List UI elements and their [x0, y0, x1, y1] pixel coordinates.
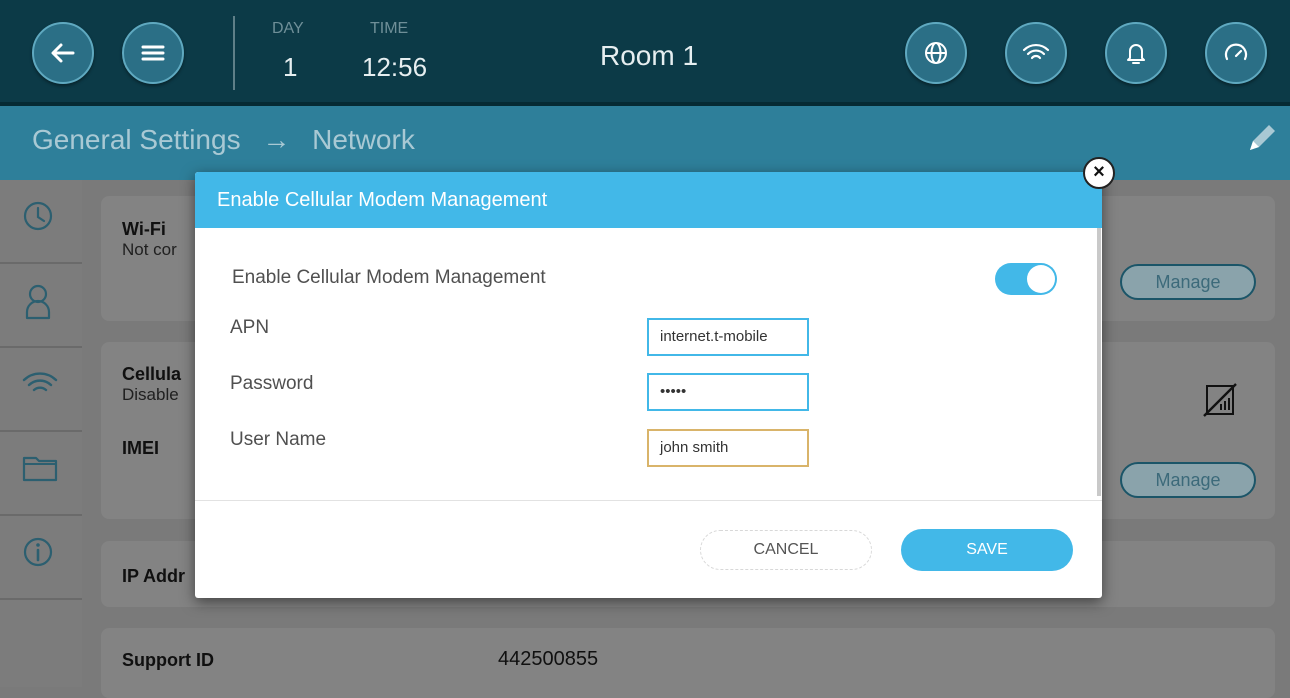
dialog-header: Enable Cellular Modem Management — [195, 172, 1102, 228]
dashboard-button[interactable] — [1205, 22, 1267, 84]
wifi-card-title: Wi-Fi — [122, 219, 166, 239]
close-dialog-button[interactable]: × — [1083, 157, 1115, 189]
cellular-card-status: Disable — [122, 385, 179, 404]
alarm-button[interactable] — [1105, 22, 1167, 84]
language-button[interactable] — [905, 22, 967, 84]
wifi-manage-button[interactable]: Manage — [1120, 264, 1256, 300]
save-button[interactable]: SAVE — [901, 529, 1073, 571]
folder-icon — [22, 456, 58, 482]
apn-input[interactable]: internet.t-mobile — [647, 318, 809, 356]
back-button[interactable] — [32, 22, 94, 84]
time-label: TIME — [370, 20, 409, 37]
menu-button[interactable] — [122, 22, 184, 84]
enable-modem-toggle[interactable] — [995, 263, 1057, 295]
breadcrumb: General Settings → Network — [32, 124, 429, 156]
breadcrumb-parent[interactable]: General Settings — [32, 124, 241, 155]
menu-icon — [141, 45, 165, 61]
wifi-icon — [22, 372, 58, 392]
password-input[interactable]: ••••• — [647, 373, 809, 411]
enable-modem-label: Enable Cellular Modem Management — [232, 267, 546, 288]
support-id-value: 442500855 — [498, 648, 599, 670]
sidebar — [0, 180, 82, 687]
edit-button[interactable] — [1244, 120, 1280, 161]
toggle-knob — [1027, 265, 1055, 293]
username-label: User Name — [230, 429, 327, 450]
cellular-manage-button[interactable]: Manage — [1120, 462, 1256, 498]
password-label: Password — [230, 373, 314, 394]
back-arrow-icon — [51, 43, 75, 63]
time-value: 12:56 — [362, 52, 428, 82]
wifi-icon — [1022, 43, 1050, 60]
sidebar-item-files[interactable] — [0, 432, 82, 516]
imei-label: IMEI — [122, 438, 160, 458]
sidebar-item-users[interactable] — [0, 264, 82, 348]
user-icon — [25, 284, 51, 320]
breadcrumb-current: Network — [312, 124, 415, 155]
day-value: 1 — [283, 52, 298, 82]
dialog-title: Enable Cellular Modem Management — [217, 189, 548, 211]
bell-icon — [1127, 44, 1145, 64]
clock-icon — [23, 201, 53, 231]
wifi-card-status: Not cor — [122, 240, 177, 259]
dialog-footer-divider — [195, 500, 1102, 501]
day-label: DAY — [272, 20, 304, 37]
gauge-icon — [1224, 43, 1248, 61]
info-icon — [23, 537, 53, 567]
breadcrumb-arrow: → — [262, 124, 291, 155]
username-input[interactable]: john smith — [647, 429, 809, 467]
topbar-divider — [233, 16, 235, 90]
pencil-icon — [1250, 125, 1275, 150]
support-id-label: Support ID — [122, 650, 214, 670]
sidebar-item-time[interactable] — [0, 180, 82, 264]
apn-label: APN — [230, 317, 270, 338]
cellular-card-title: Cellula — [122, 364, 182, 384]
ip-card-title: IP Addr — [122, 566, 186, 586]
dialog-scrollbar[interactable] — [1097, 228, 1101, 496]
support-card — [101, 628, 1275, 698]
sidebar-item-about[interactable] — [0, 516, 82, 600]
wifi-button[interactable] — [1005, 22, 1067, 84]
cancel-button[interactable]: CANCEL — [700, 530, 872, 570]
globe-icon — [925, 42, 947, 64]
sidebar-item-network[interactable] — [0, 348, 82, 432]
no-signal-icon — [1200, 380, 1240, 425]
room-title: Room 1 — [600, 40, 699, 71]
